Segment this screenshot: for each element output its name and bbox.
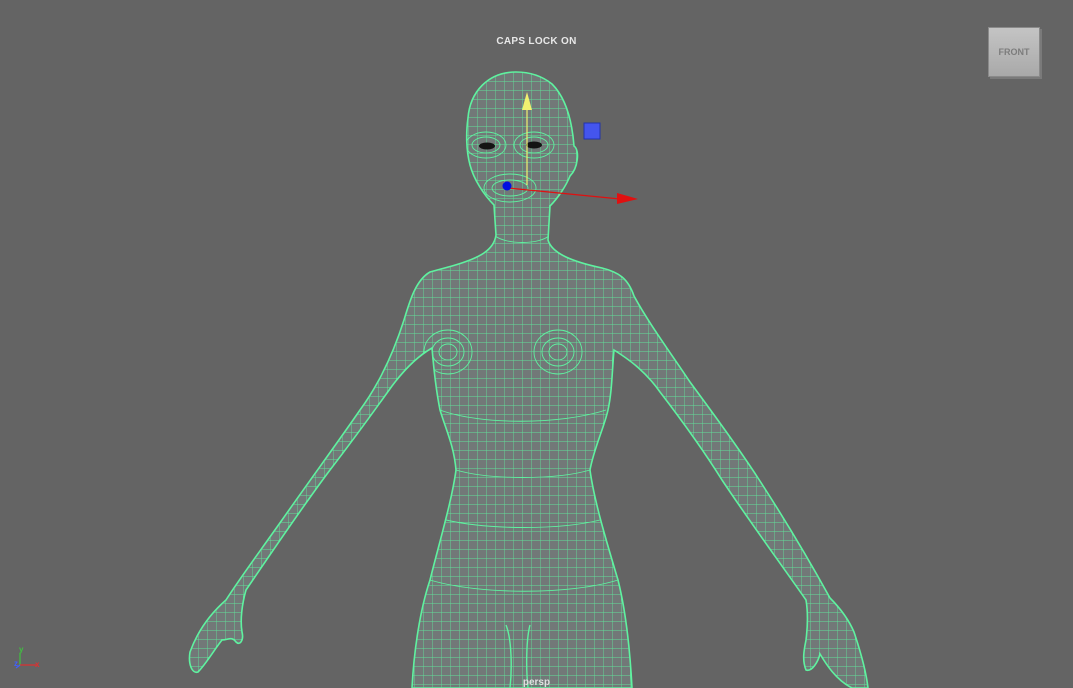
wireframe-model[interactable] (0, 0, 1073, 688)
plane-handle-icon[interactable] (583, 122, 601, 140)
axis-x-label: x (35, 660, 40, 669)
camera-name-label: persp (522, 677, 551, 688)
x-arrow-icon[interactable] (617, 193, 638, 204)
axis-indicator-icon: y z x (12, 645, 42, 673)
perspective-viewport[interactable]: CAPS LOCK ON FRONT y z x persp (0, 0, 1073, 688)
z-axis-handle[interactable] (502, 181, 512, 191)
axis-y-label: y (19, 645, 24, 654)
axis-z-label: z (14, 659, 18, 668)
view-cube[interactable]: FRONT (988, 27, 1040, 77)
view-cube-face-label: FRONT (998, 47, 1030, 57)
caps-lock-hud: CAPS LOCK ON (496, 36, 577, 47)
